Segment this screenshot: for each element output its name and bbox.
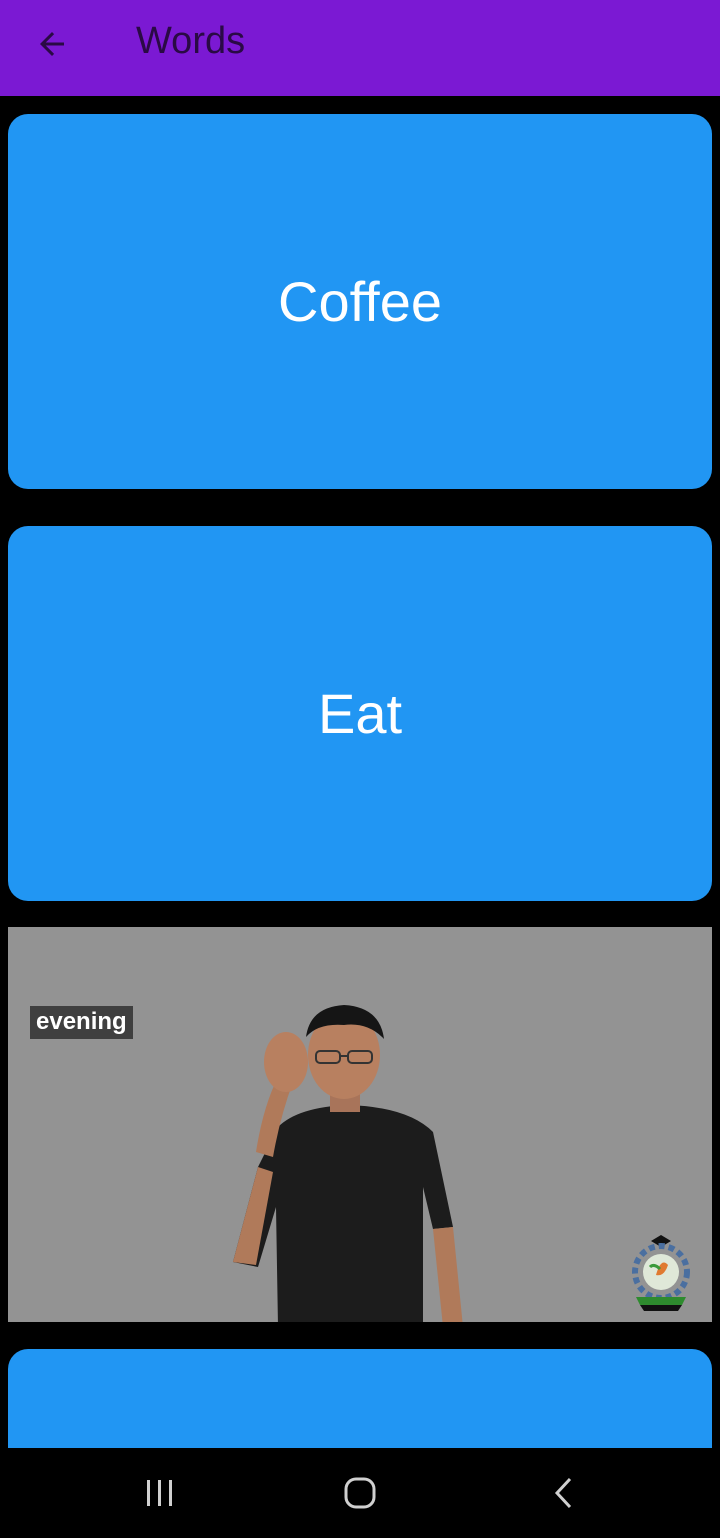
system-nav-bar bbox=[0, 1448, 720, 1538]
institute-logo bbox=[632, 1235, 690, 1311]
signer-figure bbox=[233, 1005, 463, 1322]
arrow-left-icon bbox=[40, 32, 64, 56]
system-back-button[interactable] bbox=[534, 1468, 594, 1518]
sign-video[interactable]: evening bbox=[8, 927, 712, 1322]
back-icon bbox=[554, 1477, 572, 1509]
recent-apps-button[interactable] bbox=[130, 1468, 190, 1518]
word-card-coffee[interactable]: Coffee bbox=[8, 114, 712, 489]
word-label: Eat bbox=[317, 682, 403, 745]
home-button[interactable] bbox=[330, 1468, 390, 1518]
page-title: Words bbox=[136, 20, 246, 62]
home-icon bbox=[344, 1477, 376, 1509]
recent-apps-icon bbox=[147, 1480, 172, 1506]
back-button[interactable] bbox=[22, 22, 82, 66]
word-label: Coffee bbox=[278, 270, 442, 333]
app-bar: Words bbox=[0, 0, 720, 96]
word-card-eat[interactable]: Eat bbox=[8, 526, 712, 901]
video-caption: evening bbox=[30, 1006, 133, 1039]
